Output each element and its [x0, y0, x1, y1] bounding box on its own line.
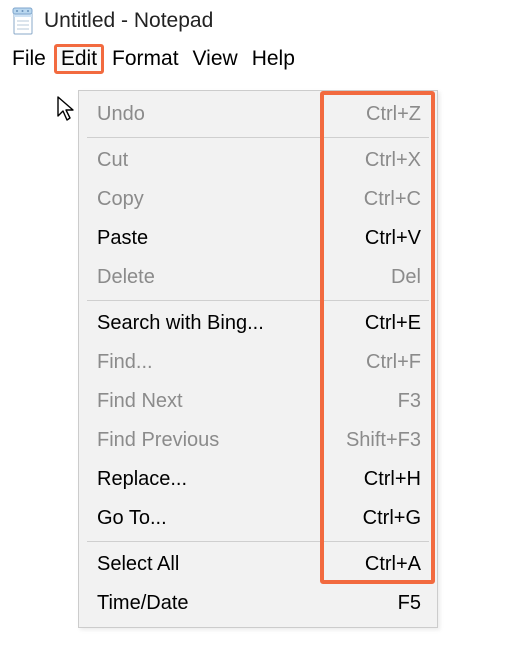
menu-item-find-next[interactable]: Find Next F3	[79, 382, 437, 421]
menu-item-label: Search with Bing...	[97, 310, 326, 337]
menu-item-shortcut: Ctrl+A	[326, 551, 421, 578]
menu-item-search-bing[interactable]: Search with Bing... Ctrl+E	[79, 304, 437, 343]
menu-item-go-to[interactable]: Go To... Ctrl+G	[79, 499, 437, 538]
menu-separator	[87, 300, 429, 301]
menu-item-find[interactable]: Find... Ctrl+F	[79, 343, 437, 382]
title-bar: Untitled - Notepad	[0, 0, 514, 40]
menu-item-shortcut: F3	[326, 388, 421, 415]
menu-item-copy[interactable]: Copy Ctrl+C	[79, 180, 437, 219]
menu-separator	[87, 541, 429, 542]
window-title: Untitled - Notepad	[44, 9, 213, 33]
menu-view[interactable]: View	[187, 46, 244, 72]
menu-item-label: Find Next	[97, 388, 326, 415]
menu-format[interactable]: Format	[106, 46, 185, 72]
menu-item-shortcut: Ctrl+H	[326, 466, 421, 493]
menubar: File Edit Format View Help	[0, 40, 514, 80]
menu-item-label: Undo	[97, 101, 326, 128]
menu-edit[interactable]: Edit	[54, 44, 104, 74]
menu-item-replace[interactable]: Replace... Ctrl+H	[79, 460, 437, 499]
menu-item-label: Find Previous	[97, 427, 326, 454]
menu-item-label: Go To...	[97, 505, 326, 532]
menu-item-shortcut: Ctrl+G	[326, 505, 421, 532]
menu-item-time-date[interactable]: Time/Date F5	[79, 584, 437, 623]
menu-item-paste[interactable]: Paste Ctrl+V	[79, 219, 437, 258]
menu-file[interactable]: File	[6, 46, 52, 72]
menu-item-shortcut: Ctrl+Z	[326, 101, 421, 128]
menu-item-shortcut: Shift+F3	[326, 427, 421, 454]
menu-item-find-previous[interactable]: Find Previous Shift+F3	[79, 421, 437, 460]
notepad-icon	[8, 6, 36, 36]
menu-item-shortcut: Ctrl+V	[326, 225, 421, 252]
menu-item-shortcut: Del	[326, 264, 421, 291]
menu-item-label: Select All	[97, 551, 326, 578]
menu-item-label: Copy	[97, 186, 326, 213]
menu-help[interactable]: Help	[246, 46, 301, 72]
menu-separator	[87, 137, 429, 138]
menu-item-shortcut: Ctrl+E	[326, 310, 421, 337]
menu-item-cut[interactable]: Cut Ctrl+X	[79, 141, 437, 180]
menu-item-label: Time/Date	[97, 590, 326, 617]
menu-item-shortcut: Ctrl+X	[326, 147, 421, 174]
edit-dropdown: Undo Ctrl+Z Cut Ctrl+X Copy Ctrl+C Paste…	[78, 90, 438, 628]
menu-item-shortcut: F5	[326, 590, 421, 617]
menu-item-label: Find...	[97, 349, 326, 376]
menu-item-shortcut: Ctrl+F	[326, 349, 421, 376]
menu-item-select-all[interactable]: Select All Ctrl+A	[79, 545, 437, 584]
cursor-icon	[55, 95, 77, 123]
menu-item-delete[interactable]: Delete Del	[79, 258, 437, 297]
menu-item-label: Delete	[97, 264, 326, 291]
menu-item-label: Paste	[97, 225, 326, 252]
menu-item-undo[interactable]: Undo Ctrl+Z	[79, 95, 437, 134]
menu-item-label: Cut	[97, 147, 326, 174]
menu-item-label: Replace...	[97, 466, 326, 493]
menu-item-shortcut: Ctrl+C	[326, 186, 421, 213]
